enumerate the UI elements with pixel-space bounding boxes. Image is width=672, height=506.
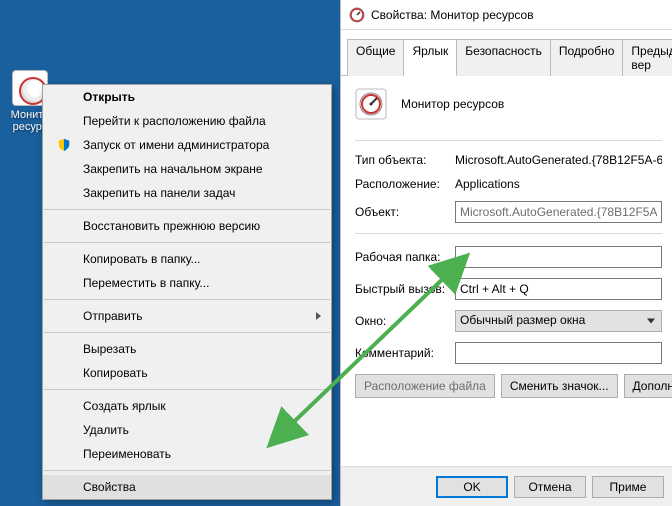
ctx-pin-to-start[interactable]: Закрепить на начальном экране <box>43 157 331 181</box>
separator <box>44 242 330 243</box>
workdir-field[interactable] <box>455 246 662 268</box>
ctx-open-file-location[interactable]: Перейти к расположению файла <box>43 109 331 133</box>
desktop: Монито ресурс Открыть Перейти к располож… <box>0 0 340 506</box>
comment-field[interactable] <box>455 342 662 364</box>
dialog-button-row: OK Отмена Приме <box>341 466 672 506</box>
shortcut-tab-panel: Монитор ресурсов Тип объекта: Microsoft.… <box>341 76 672 482</box>
titlebar[interactable]: Свойства: Монитор ресурсов <box>341 0 672 30</box>
row-comment: Комментарий: <box>355 342 662 364</box>
tab-strip: Общие Ярлык Безопасность Подробно Предыд… <box>341 30 672 76</box>
ctx-send-to[interactable]: Отправить <box>43 304 331 328</box>
target-field[interactable] <box>455 201 662 223</box>
separator <box>44 470 330 471</box>
resource-monitor-icon <box>349 7 365 23</box>
hotkey-field[interactable] <box>455 278 662 300</box>
window-title: Свойства: Монитор ресурсов <box>371 8 534 22</box>
separator <box>44 389 330 390</box>
ctx-rename[interactable]: Переименовать <box>43 442 331 466</box>
ctx-create-shortcut[interactable]: Создать ярлык <box>43 394 331 418</box>
row-run: Окно: Обычный размер окна <box>355 310 662 332</box>
open-file-location-button[interactable]: Расположение файла <box>355 374 495 398</box>
ctx-delete[interactable]: Удалить <box>43 418 331 442</box>
ctx-copy-to-folder[interactable]: Копировать в папку... <box>43 247 331 271</box>
label-target-type: Тип объекта: <box>355 153 455 167</box>
separator <box>44 209 330 210</box>
change-icon-button[interactable]: Сменить значок... <box>501 374 618 398</box>
separator <box>44 332 330 333</box>
divider <box>355 233 662 234</box>
ctx-move-to-folder[interactable]: Переместить в папку... <box>43 271 331 295</box>
tab-details[interactable]: Подробно <box>550 39 624 76</box>
submenu-arrow-icon <box>316 312 321 320</box>
shortcut-name: Монитор ресурсов <box>401 97 662 111</box>
panel-button-row: Расположение файла Сменить значок... Доп… <box>355 374 662 398</box>
divider <box>355 140 662 141</box>
ctx-copy[interactable]: Копировать <box>43 361 331 385</box>
row-workdir: Рабочая папка: <box>355 246 662 268</box>
value-target-type: Microsoft.AutoGenerated.{78B12F5A-699E-B… <box>455 153 662 167</box>
row-hotkey: Быстрый вызов: <box>355 278 662 300</box>
label-hotkey: Быстрый вызов: <box>355 282 455 296</box>
resource-monitor-icon <box>355 88 387 120</box>
context-menu: Открыть Перейти к расположению файла Зап… <box>42 84 332 500</box>
ctx-pin-to-taskbar[interactable]: Закрепить на панели задач <box>43 181 331 205</box>
apply-button[interactable]: Приме <box>592 476 664 498</box>
tab-general[interactable]: Общие <box>347 39 404 76</box>
properties-dialog: Свойства: Монитор ресурсов Общие Ярлык Б… <box>340 0 672 506</box>
run-select[interactable]: Обычный размер окна <box>455 310 662 332</box>
ctx-restore-previous[interactable]: Восстановить прежнюю версию <box>43 214 331 238</box>
shield-icon <box>57 138 71 152</box>
label-target: Объект: <box>355 205 455 219</box>
cancel-button[interactable]: Отмена <box>514 476 586 498</box>
label-workdir: Рабочая папка: <box>355 250 455 264</box>
label-target-location: Расположение: <box>355 177 455 191</box>
tab-security[interactable]: Безопасность <box>456 39 551 76</box>
ok-button[interactable]: OK <box>436 476 508 498</box>
ctx-open[interactable]: Открыть <box>43 85 331 109</box>
value-target-location: Applications <box>455 177 662 191</box>
label-run: Окно: <box>355 314 455 328</box>
label-comment: Комментарий: <box>355 346 455 360</box>
header-row: Монитор ресурсов <box>355 88 662 120</box>
ctx-properties[interactable]: Свойства <box>43 475 331 499</box>
tab-previous-versions[interactable]: Предыдущие вер <box>622 39 672 76</box>
row-target-type: Тип объекта: Microsoft.AutoGenerated.{78… <box>355 153 662 167</box>
advanced-button[interactable]: Дополнительно <box>624 374 672 398</box>
ctx-run-as-admin[interactable]: Запуск от имени администратора <box>43 133 331 157</box>
row-target-location: Расположение: Applications <box>355 177 662 191</box>
tab-shortcut[interactable]: Ярлык <box>403 39 457 76</box>
ctx-cut[interactable]: Вырезать <box>43 337 331 361</box>
separator <box>44 299 330 300</box>
row-target: Объект: <box>355 201 662 223</box>
